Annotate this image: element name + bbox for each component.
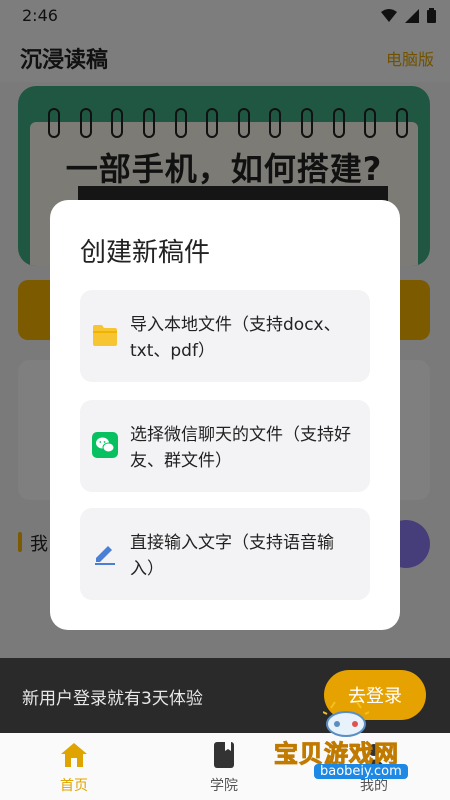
login-promo-text: 新用户登录就有3天体验: [22, 689, 203, 709]
option-label: 直接输入文字（支持语音输入）: [130, 533, 334, 579]
tab-academy[interactable]: 学院: [184, 741, 264, 797]
home-icon: [61, 743, 87, 767]
book-icon: [214, 742, 234, 768]
create-manuscript-dialog: 创建新稿件 导入本地文件（支持docx、txt、pdf） 选择微信聊天的文件（支…: [50, 200, 400, 630]
wechat-file-option[interactable]: 选择微信聊天的文件（支持好友、群文件）: [80, 400, 370, 492]
dialog-title: 创建新稿件: [80, 238, 211, 268]
option-label: 选择微信聊天的文件（支持好友、群文件）: [130, 425, 351, 471]
tab-label: 学院: [210, 778, 238, 794]
site-watermark: 宝贝游戏网 baobeiy.com: [268, 700, 428, 790]
watermark-url: baobeiy.com: [314, 764, 408, 779]
direct-input-option[interactable]: 直接输入文字（支持语音输入）: [80, 508, 370, 600]
gamepad-icon: [323, 701, 369, 737]
option-label: 导入本地文件（支持docx、txt、pdf）: [130, 315, 341, 361]
tab-label: 首页: [60, 778, 88, 794]
import-local-file-option[interactable]: 导入本地文件（支持docx、txt、pdf）: [80, 290, 370, 382]
tab-home[interactable]: 首页: [34, 741, 114, 797]
wechat-icon: [92, 432, 118, 458]
folder-icon: [93, 325, 117, 346]
pencil-icon: [95, 546, 115, 565]
